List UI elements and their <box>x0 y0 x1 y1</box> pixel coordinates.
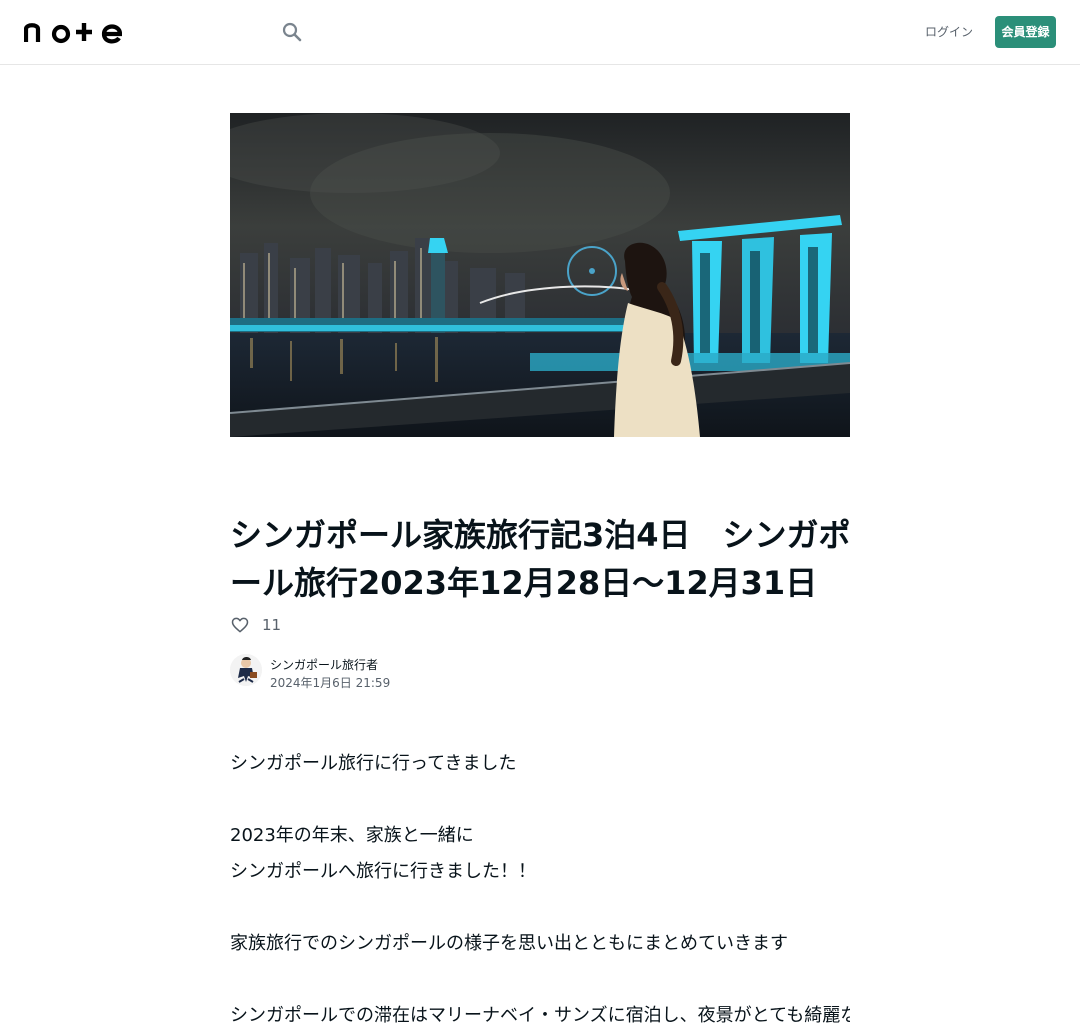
singapore-night-skyline-image <box>230 113 850 437</box>
like-area: 11 <box>230 613 281 637</box>
signup-button[interactable]: 会員登録 <box>995 16 1056 48</box>
search-icon <box>282 22 302 42</box>
note-logo[interactable] <box>24 20 122 44</box>
like-count: 11 <box>262 616 282 634</box>
body-paragraph: 2023年の年末、家族と一緒に シンガポールへ旅行に行きました！！ <box>230 818 850 890</box>
article-body: シンガポール旅行に行ってきました 2023年の年末、家族と一緒に シンガポールへ… <box>230 746 850 1034</box>
body-line: 家族旅行でのシンガポールの様子を思い出とともにまとめていきます <box>230 933 788 954</box>
body-line: シンガポールでの滞在はマリーナベイ・サンズに宿泊し、夜景がとても綺麗な場所で年末… <box>230 1005 850 1026</box>
article-title: シンガポール家族旅行記3泊4日 シンガポール旅行2023年12月28日〜12月3… <box>230 516 851 602</box>
body-line: 2023年の年末、家族と一緒に <box>230 825 474 846</box>
author-avatar-image <box>230 654 262 686</box>
article-hero-image <box>230 113 850 437</box>
body-line: シンガポール旅行に行ってきました <box>230 753 517 774</box>
site-header: ログイン 会員登録 <box>0 0 1080 65</box>
heart-icon[interactable] <box>230 615 250 635</box>
post-date: 2024年1月6日 21:59 <box>270 676 391 690</box>
search-button[interactable] <box>280 20 304 44</box>
body-line: シンガポールへ旅行に行きました！！ <box>230 861 536 882</box>
author-name[interactable]: シンガポール旅行者 <box>270 656 378 673</box>
body-paragraph: シンガポールでの滞在はマリーナベイ・サンズに宿泊し、夜景がとても綺麗な場所で年末… <box>230 998 850 1034</box>
body-paragraph: シンガポール旅行に行ってきました <box>230 746 850 782</box>
body-paragraph: 家族旅行でのシンガポールの様子を思い出とともにまとめていきます <box>230 926 850 962</box>
author-avatar[interactable] <box>230 654 262 686</box>
login-link[interactable]: ログイン <box>922 16 976 48</box>
